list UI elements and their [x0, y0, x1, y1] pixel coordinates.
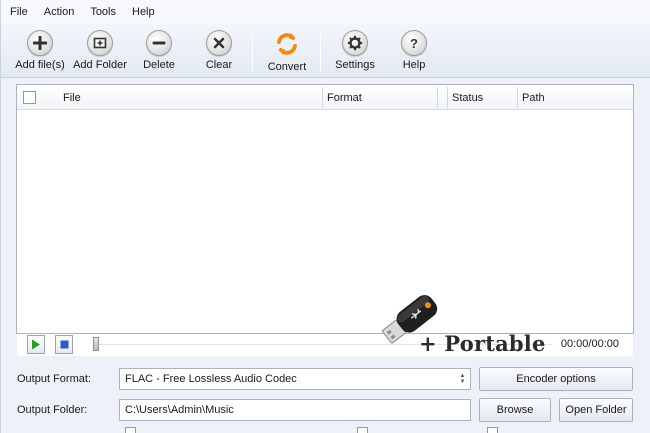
- clear-button[interactable]: Clear: [193, 26, 245, 76]
- help-button[interactable]: ? Help: [389, 26, 439, 76]
- plus-icon: [27, 30, 53, 56]
- open-folder-label: Open Folder: [565, 404, 627, 416]
- column-status[interactable]: Status: [448, 85, 518, 110]
- column-format-label: Format: [327, 91, 362, 104]
- convert-label: Convert: [267, 61, 307, 73]
- option-checkbox[interactable]: [357, 427, 368, 433]
- column-path[interactable]: Path: [518, 85, 628, 110]
- play-icon: [32, 339, 40, 350]
- stop-icon: [60, 340, 68, 349]
- select-all-checkbox-cell: [19, 85, 49, 110]
- settings-label: Settings: [335, 59, 375, 71]
- menu-action[interactable]: Action: [43, 4, 76, 20]
- column-path-label: Path: [522, 91, 545, 104]
- browse-button[interactable]: Browse: [479, 398, 551, 422]
- delete-label: Delete: [143, 59, 175, 71]
- playback-time: 00:00/00:00: [560, 338, 619, 350]
- question-icon: ?: [401, 30, 427, 56]
- gear-icon: [342, 30, 368, 56]
- select-all-checkbox[interactable]: [23, 91, 36, 104]
- svg-text:?: ?: [410, 36, 418, 50]
- folder-add-icon: [87, 30, 113, 56]
- toolbar-separator: [320, 30, 321, 72]
- settings-button[interactable]: Settings: [329, 26, 381, 76]
- menu-file[interactable]: File: [9, 4, 29, 20]
- file-list[interactable]: File Format Status Path: [16, 84, 634, 334]
- play-button[interactable]: [27, 335, 45, 354]
- menu-help[interactable]: Help: [131, 4, 156, 20]
- add-folder-button[interactable]: Add Folder: [71, 26, 129, 76]
- column-file-label: File: [63, 91, 81, 104]
- menu-bar: File Action Tools Help: [1, 0, 650, 24]
- browse-label: Browse: [496, 404, 534, 416]
- encoder-options-button[interactable]: Encoder options: [479, 367, 633, 391]
- select-spinner-icon: ▲ ▼: [459, 373, 466, 385]
- delete-button[interactable]: Delete: [133, 26, 185, 76]
- add-folder-label: Add Folder: [73, 59, 127, 71]
- output-format-label: Output Format:: [17, 373, 91, 385]
- stop-button[interactable]: [55, 335, 73, 354]
- column-file[interactable]: File: [59, 85, 319, 110]
- output-folder-label: Output Folder:: [17, 404, 88, 416]
- convert-button[interactable]: Convert: [261, 26, 313, 76]
- add-files-button[interactable]: Add file(s): [11, 26, 69, 76]
- clear-label: Clear: [205, 59, 233, 71]
- toolbar: Add file(s) Add Folder Delete Clear Conv…: [1, 24, 650, 78]
- column-divider[interactable]: [437, 87, 438, 108]
- refresh-icon: [273, 30, 301, 58]
- output-folder-value: C:\Users\Admin\Music: [125, 404, 234, 416]
- column-format[interactable]: Format: [323, 85, 453, 110]
- encoder-options-label: Encoder options: [516, 373, 596, 385]
- open-folder-button[interactable]: Open Folder: [559, 398, 633, 422]
- toolbar-separator: [252, 30, 253, 72]
- column-status-label: Status: [452, 91, 484, 104]
- menu-tools[interactable]: Tools: [89, 4, 117, 20]
- option-checkbox[interactable]: [487, 427, 498, 433]
- help-label: Help: [402, 59, 426, 71]
- portable-label: + Portable: [419, 331, 546, 356]
- output-format-select[interactable]: FLAC - Free Lossless Audio Codec ▲ ▼: [119, 368, 471, 390]
- add-files-label: Add file(s): [15, 59, 65, 71]
- x-icon: [206, 30, 232, 56]
- option-checkbox[interactable]: [125, 427, 136, 433]
- app-window: File Action Tools Help Add file(s) Add F…: [0, 0, 650, 433]
- output-format-value: FLAC - Free Lossless Audio Codec: [125, 373, 297, 385]
- minus-icon: [146, 30, 172, 56]
- file-list-header: File Format Status Path: [17, 85, 633, 110]
- output-folder-input[interactable]: C:\Users\Admin\Music: [119, 399, 471, 421]
- seek-slider-handle[interactable]: [93, 337, 99, 351]
